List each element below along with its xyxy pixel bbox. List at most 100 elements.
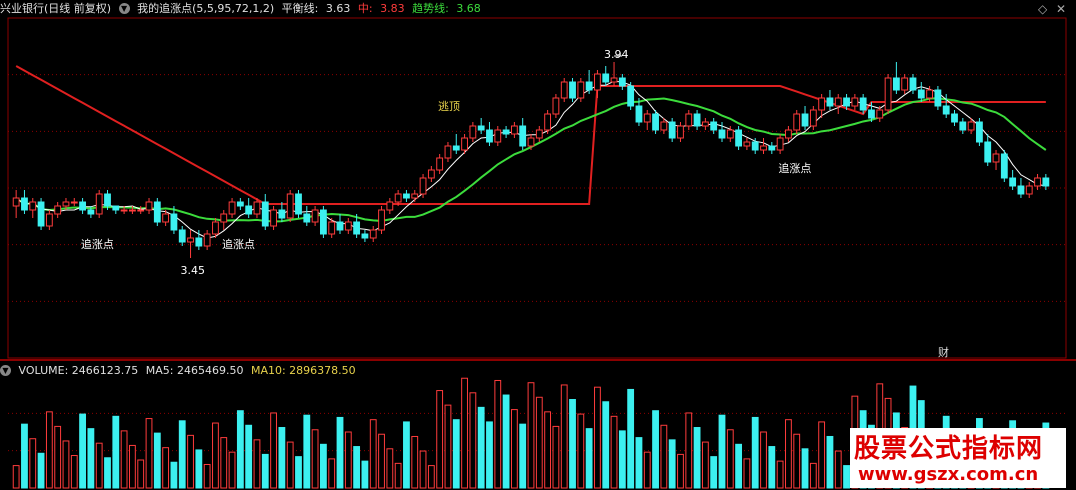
candle-body <box>818 97 826 111</box>
volume-bar <box>735 443 743 489</box>
volume-bar <box>785 419 792 489</box>
candle-body <box>212 221 219 235</box>
candle-body <box>286 193 294 219</box>
volume-menu-icon[interactable]: ▼ <box>0 365 11 376</box>
volume-bar <box>353 446 361 489</box>
candle-body <box>718 129 726 139</box>
volume-bar <box>427 465 435 489</box>
volume-bar <box>419 450 427 489</box>
candle-body <box>776 137 784 151</box>
volume-bar <box>826 435 834 489</box>
candle-body <box>245 205 253 215</box>
candle-body <box>535 129 543 139</box>
candle-body <box>984 141 992 163</box>
candle-body <box>884 77 892 111</box>
candle-body <box>328 221 336 235</box>
candle-body <box>361 233 369 239</box>
volume-bar <box>195 449 203 489</box>
candle-body <box>760 145 767 151</box>
candle-body <box>45 213 53 227</box>
volume-bar <box>403 421 410 489</box>
candle-body <box>344 221 352 231</box>
candle-body <box>295 193 302 215</box>
candle-body <box>793 113 801 131</box>
volume-bar <box>45 411 53 489</box>
candle-body <box>685 113 693 127</box>
volume-bar <box>743 458 751 489</box>
candle-body <box>843 97 850 107</box>
volume-bar <box>336 416 344 489</box>
volume-bar <box>635 437 643 489</box>
volume-bar <box>386 448 394 489</box>
candle-body <box>153 201 161 223</box>
candle-body <box>585 81 593 91</box>
trend-value: 3.68 <box>456 2 481 15</box>
stock-title: 兴业银行(日线 前复权) <box>0 2 112 15</box>
volume-bar <box>328 458 336 489</box>
candle-body <box>469 125 477 139</box>
candle-body <box>112 205 120 211</box>
candle-body <box>677 125 684 139</box>
diamond-icon[interactable]: ◇ <box>1038 2 1047 16</box>
volume-bar <box>87 428 95 489</box>
candle-body <box>486 129 493 143</box>
candle-body <box>569 81 576 99</box>
indicator-menu-icon[interactable]: ▼ <box>118 3 130 14</box>
candle-body <box>785 129 792 139</box>
candle-body <box>369 229 377 239</box>
candle-body <box>834 97 842 107</box>
candle-body <box>668 121 676 139</box>
candle-body <box>436 157 444 171</box>
volume-bar <box>394 462 402 489</box>
candle-body <box>386 201 394 211</box>
volume-bar <box>585 428 593 489</box>
volume-bar <box>245 424 253 489</box>
volume-bar <box>12 465 20 489</box>
volume-bar <box>178 420 186 489</box>
candle-body <box>270 209 277 227</box>
volume-bar <box>62 440 70 489</box>
volume-bar <box>461 377 468 489</box>
volume-bar <box>652 410 659 489</box>
candle-body <box>544 113 552 131</box>
volume-bar <box>21 423 28 489</box>
close-icon[interactable]: ✕ <box>1056 2 1066 16</box>
candle-body <box>1000 153 1008 179</box>
volume-bar <box>569 399 576 489</box>
annotation-label: 逃顶 <box>438 100 460 113</box>
candle-body <box>12 197 20 207</box>
candle-body <box>510 125 518 135</box>
candle-body <box>693 113 701 127</box>
volume-bar <box>411 435 419 489</box>
ma10-value: MA10: 2896378.50 <box>250 364 356 377</box>
candle-body <box>967 121 975 131</box>
candle-body <box>502 129 510 135</box>
volume-bar <box>627 388 635 489</box>
volume-bar <box>54 425 62 489</box>
candle-body <box>95 193 103 215</box>
candle-body <box>195 237 203 247</box>
volume-bar <box>278 427 286 489</box>
volume-bar <box>535 396 543 489</box>
volume-bar <box>436 390 444 489</box>
ma5-value: MA5: 2465469.50 <box>145 364 244 377</box>
candle-body <box>79 201 86 211</box>
volume-bar <box>818 421 826 489</box>
candle-body <box>253 201 261 215</box>
trend-label: 趋势线: <box>412 2 449 15</box>
candle-body <box>992 153 1000 163</box>
volume-bar <box>701 441 709 489</box>
candle-body <box>768 145 776 151</box>
candle-body <box>868 109 875 119</box>
candle-body <box>610 77 618 83</box>
candle-body <box>743 141 751 147</box>
candle-body <box>21 197 28 211</box>
candle-body <box>876 109 884 119</box>
volume-bar <box>187 434 194 489</box>
candle-body <box>652 113 659 131</box>
candle-body <box>311 209 319 223</box>
candle-body <box>901 77 909 91</box>
candle-body <box>411 193 419 199</box>
candle-body <box>643 113 651 123</box>
trend-line <box>15 97 1047 223</box>
